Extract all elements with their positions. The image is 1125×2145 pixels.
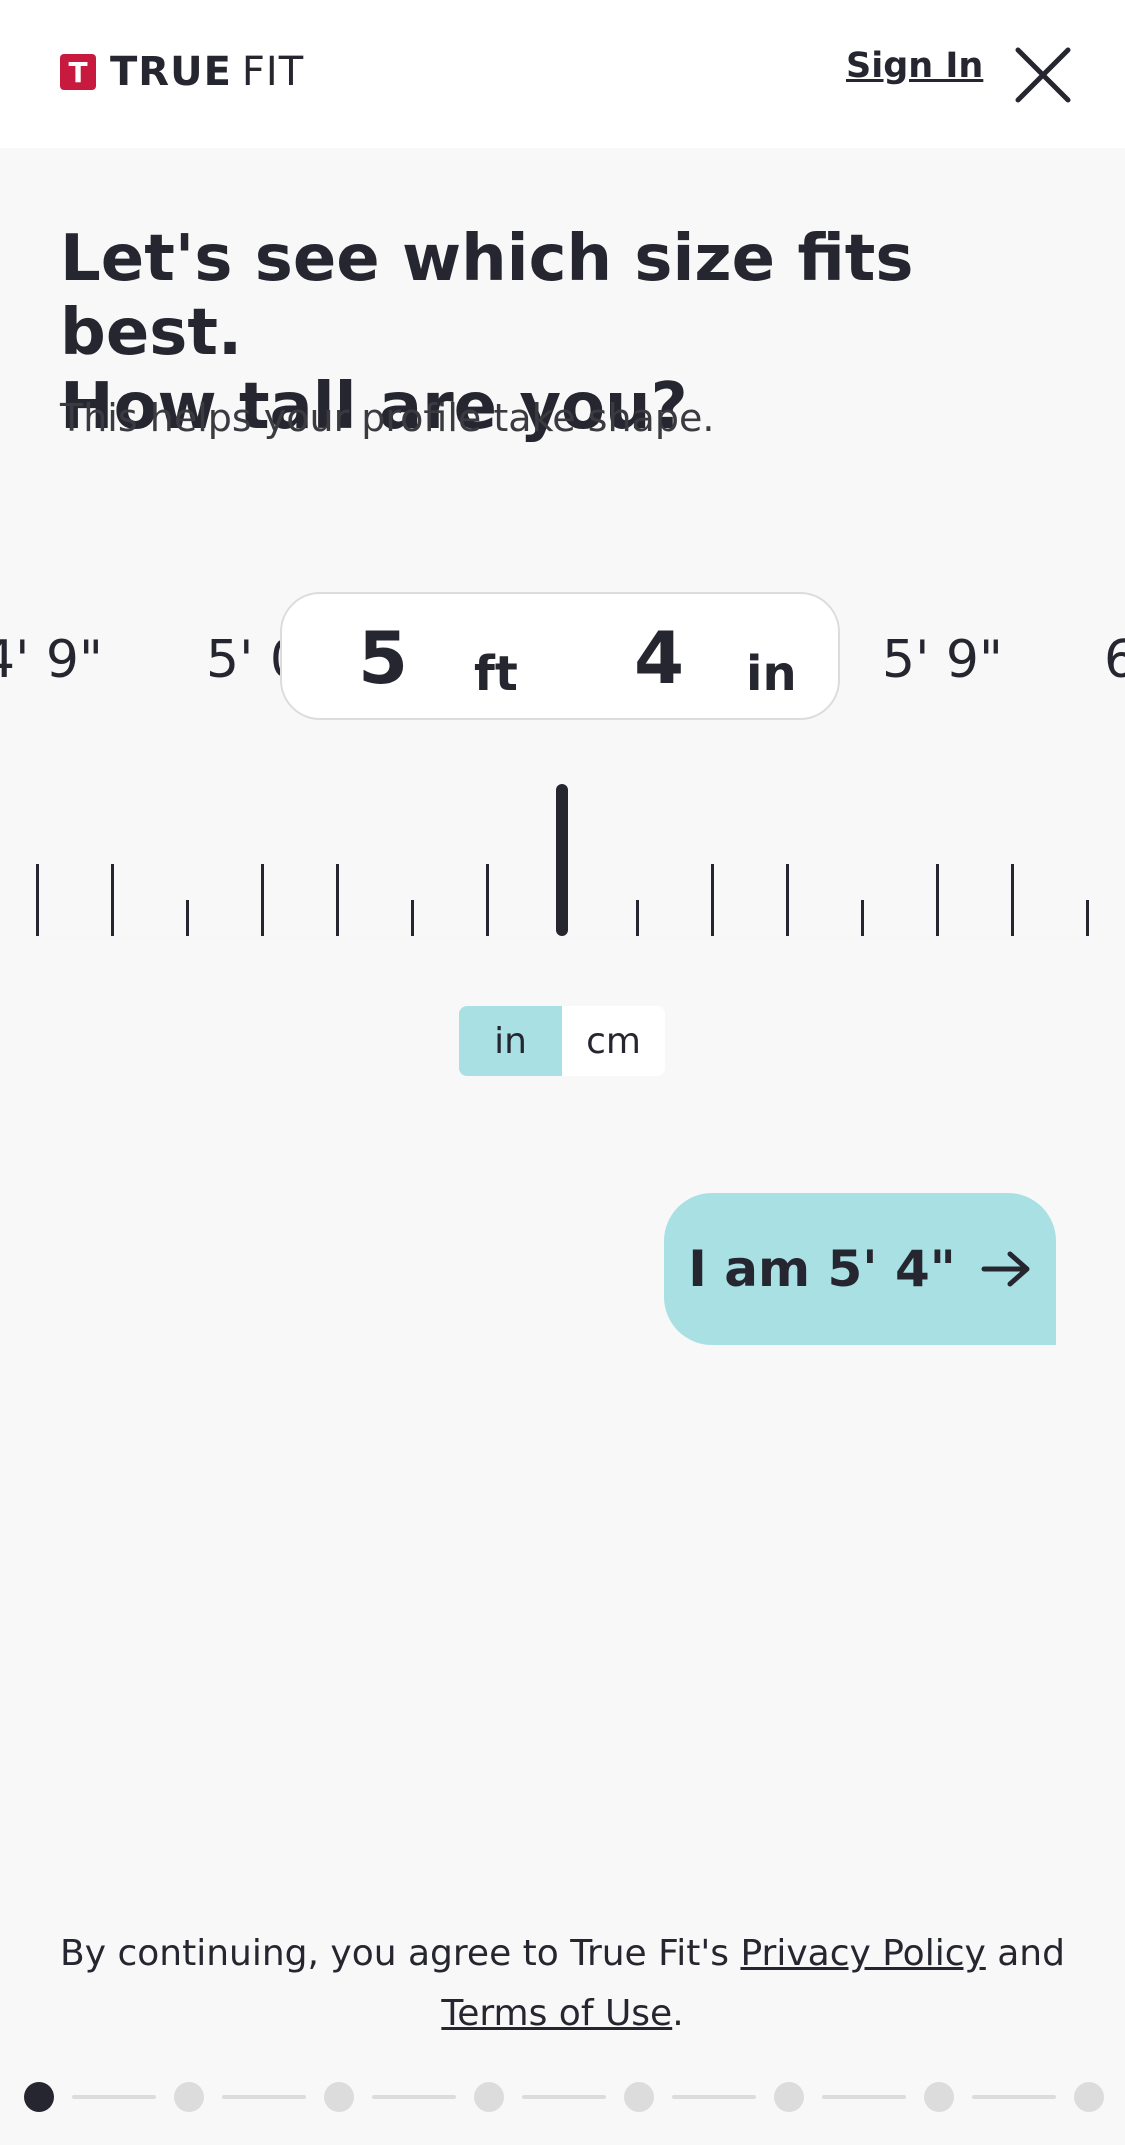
progress-dot: [324, 2082, 354, 2112]
progress-connector: [372, 2095, 456, 2099]
ruler-tick: [111, 864, 114, 936]
sign-in-link[interactable]: Sign In: [846, 46, 983, 86]
page-subtitle: This helps your profile take shape.: [60, 396, 715, 440]
step-progress: [0, 2080, 1125, 2112]
title-line-1: Let's see which size fits best.: [60, 222, 914, 370]
ruler-tick: [636, 900, 639, 936]
ruler-tick: [786, 864, 789, 936]
privacy-policy-link[interactable]: Privacy Policy: [740, 1933, 985, 1974]
progress-connector: [522, 2095, 606, 2099]
legal-middle: and: [985, 1933, 1065, 1974]
progress-connector: [222, 2095, 306, 2099]
ruler-tick: [861, 900, 864, 936]
top-bar: T TRUE FIT Sign In: [0, 0, 1125, 148]
ruler-label: 6': [1104, 630, 1125, 690]
progress-dot: [474, 2082, 504, 2112]
unit-toggle[interactable]: in cm: [459, 1006, 665, 1076]
unit-option-cm[interactable]: cm: [562, 1006, 665, 1076]
progress-connector: [72, 2095, 156, 2099]
progress-connector: [672, 2095, 756, 2099]
ruler-tick: [1086, 900, 1089, 936]
ruler-tick: [186, 900, 189, 936]
progress-dot: [24, 2082, 54, 2112]
inches-unit: in: [746, 646, 797, 702]
selected-height-display: 5 ft 4 in: [280, 592, 840, 720]
ruler-tick: [36, 864, 39, 936]
ruler-label: 4' 9": [0, 630, 103, 690]
progress-dot: [774, 2082, 804, 2112]
ruler-tick: [711, 864, 714, 936]
progress-connector: [972, 2095, 1056, 2099]
unit-option-in[interactable]: in: [459, 1006, 562, 1076]
close-icon[interactable]: [1012, 44, 1074, 106]
legal-notice: By continuing, you agree to True Fit's P…: [0, 1924, 1125, 2044]
inches-value: 4: [634, 616, 685, 700]
progress-dot: [174, 2082, 204, 2112]
confirm-height-label: I am 5' 4": [688, 1240, 956, 1298]
confirm-height-button[interactable]: I am 5' 4": [664, 1193, 1056, 1345]
legal-suffix: .: [672, 1993, 684, 2034]
progress-dot: [1074, 2082, 1104, 2112]
ruler-tick: [936, 864, 939, 936]
true-fit-logo: T TRUE FIT: [60, 46, 304, 98]
ruler-tick: [336, 864, 339, 936]
progress-dot: [624, 2082, 654, 2112]
ruler-tick: [261, 864, 264, 936]
ruler-tick: [486, 864, 489, 936]
ruler-selected-tick: [556, 784, 568, 936]
ruler-tick: [411, 900, 414, 936]
progress-connector: [822, 2095, 906, 2099]
feet-value: 5: [358, 616, 409, 700]
ruler-tick: [1011, 864, 1014, 936]
logo-mark: T: [60, 54, 96, 90]
logo-word-fit: FIT: [241, 49, 305, 95]
legal-prefix: By continuing, you agree to True Fit's: [60, 1933, 741, 1974]
logo-word-true: TRUE: [110, 49, 232, 95]
height-ruler[interactable]: 4' 9" 5' 0" 5' 9" 6' 5 ft 4 in: [0, 580, 1125, 940]
progress-dot: [924, 2082, 954, 2112]
ruler-label: 5' 9": [882, 630, 1003, 690]
terms-of-use-link[interactable]: Terms of Use: [441, 1993, 672, 2034]
arrow-right-icon: [981, 1251, 1030, 1287]
feet-unit: ft: [474, 646, 518, 702]
